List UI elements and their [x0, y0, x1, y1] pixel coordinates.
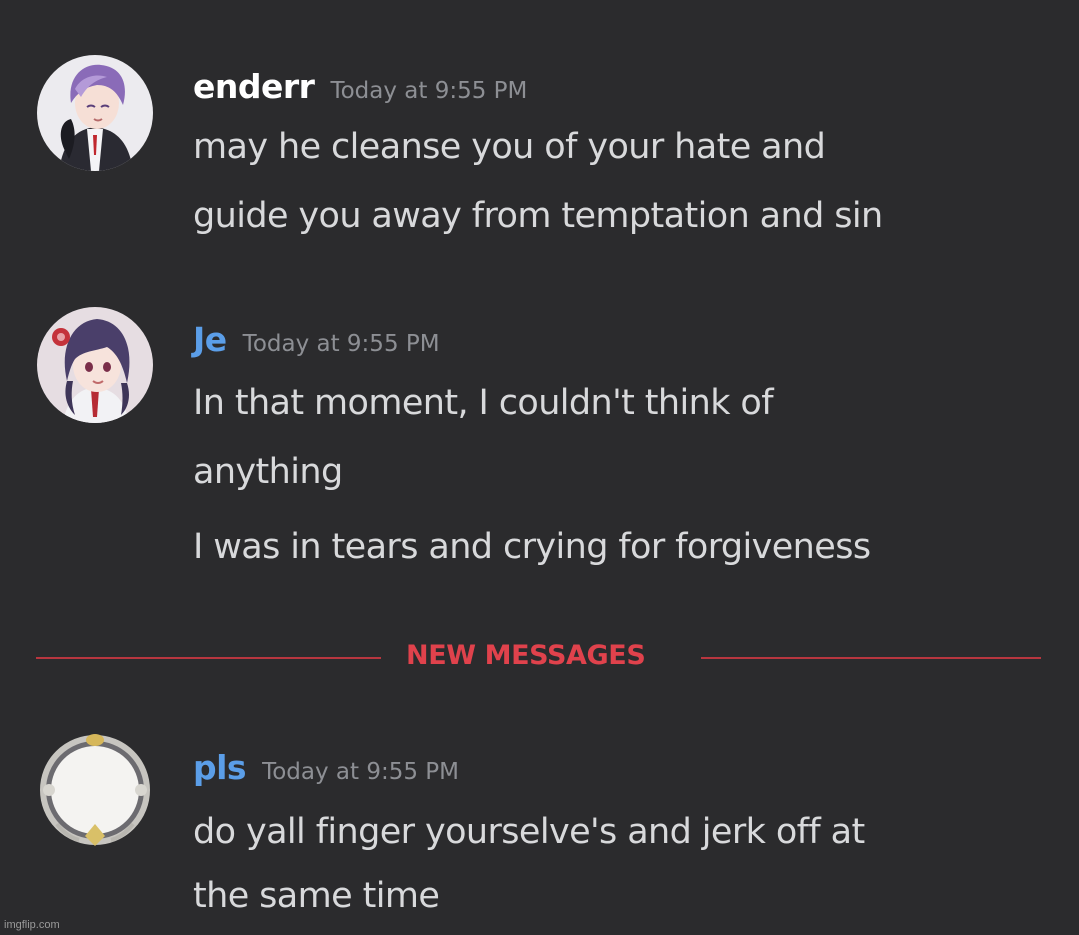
username[interactable]: enderr — [193, 67, 315, 106]
avatar-pls[interactable] — [37, 732, 153, 848]
divider-rule-right — [701, 657, 1041, 659]
new-messages-label: NEW MESSAGES — [406, 640, 646, 671]
message-line: I was in tears and crying for forgivenes… — [193, 527, 871, 567]
message-line: In that moment, I couldn't think of — [193, 383, 774, 423]
divider-rule-left — [36, 657, 381, 659]
white-ornate-frame-avatar-icon — [40, 734, 150, 846]
new-messages-divider: NEW MESSAGES — [36, 640, 1041, 676]
avatar-enderr[interactable] — [37, 55, 153, 171]
timestamp: Today at 9:55 PM — [262, 759, 460, 785]
timestamp: Today at 9:55 PM — [330, 78, 528, 104]
username[interactable]: Je — [193, 320, 227, 359]
timestamp: Today at 9:55 PM — [242, 331, 440, 357]
username[interactable]: pls — [193, 748, 247, 787]
message-line: the same time — [193, 876, 440, 916]
message-line: do yall finger yourselve's and jerk off … — [193, 812, 865, 852]
message-line: may he cleanse you of your hate and — [193, 127, 826, 167]
avatar-je[interactable] — [37, 307, 153, 423]
message-line: guide you away from temptation and sin — [193, 196, 883, 236]
anime-avatar-purple-hair-icon — [37, 55, 153, 171]
message-header: pls Today at 9:55 PM — [193, 748, 459, 787]
imgflip-watermark: imgflip.com — [4, 919, 60, 931]
message-line: anything — [193, 452, 343, 492]
anime-avatar-dark-hair-icon — [37, 307, 153, 423]
message-header: Je Today at 9:55 PM — [193, 320, 440, 359]
message-header: enderr Today at 9:55 PM — [193, 67, 527, 106]
